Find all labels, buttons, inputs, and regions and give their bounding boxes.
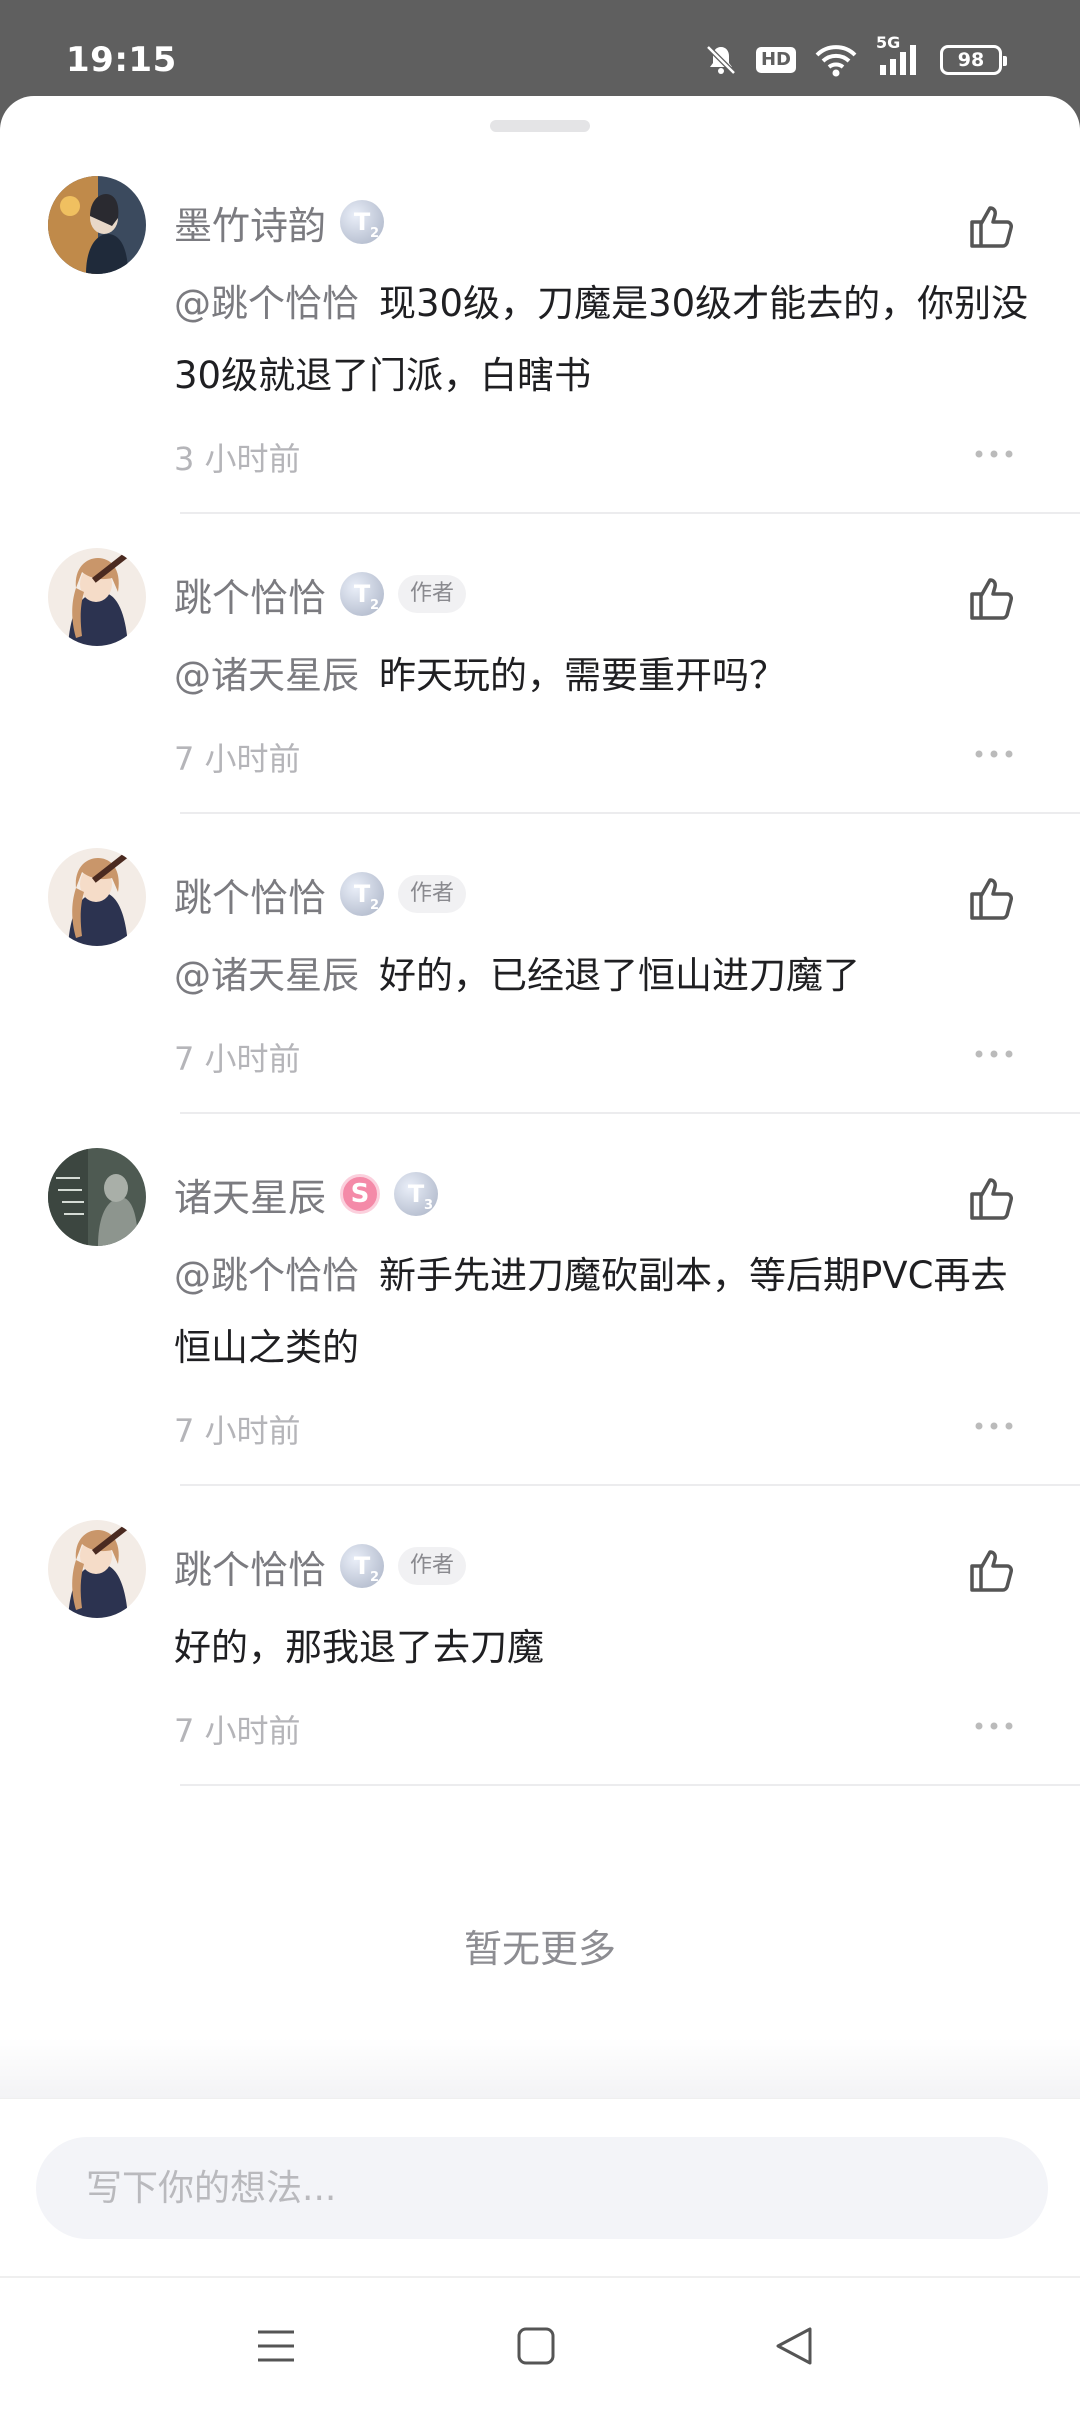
- username[interactable]: 跳个恰恰: [174, 867, 326, 922]
- author-tag: 作者: [398, 1547, 467, 1585]
- avatar[interactable]: [48, 1148, 146, 1246]
- mention[interactable]: @跳个恰恰: [174, 282, 359, 325]
- bell-off-icon: [704, 43, 738, 77]
- battery-icon: 98: [940, 45, 1007, 75]
- timestamp: 7 小时前: [174, 1712, 301, 1750]
- more-icon[interactable]: [974, 1042, 1014, 1066]
- avatar[interactable]: [48, 848, 146, 946]
- navigation-bar: [0, 2276, 1080, 2414]
- more-icon[interactable]: [974, 742, 1014, 766]
- username-row: 跳个恰恰 T2 作者: [174, 866, 467, 922]
- level-badge: T2: [340, 200, 385, 244]
- thumbs-up-icon[interactable]: [966, 1172, 1018, 1224]
- signal-5g-icon: 5G: [876, 33, 922, 77]
- thumbs-up-icon[interactable]: [966, 1544, 1018, 1596]
- timestamp: 7 小时前: [174, 1412, 301, 1450]
- level-sub: 2: [369, 226, 380, 241]
- username-row: 诸天星辰 S T3: [174, 1166, 439, 1222]
- no-more-label: 暂无更多: [463, 1927, 616, 1971]
- username[interactable]: 墨竹诗韵: [174, 195, 326, 250]
- battery-level: 98: [957, 49, 985, 71]
- comment-text[interactable]: 好的，那我退了去刀魔: [174, 1612, 1034, 1684]
- more-icon[interactable]: [974, 1714, 1014, 1738]
- comment-body: 好的，已经退了恒山进刀魔了: [379, 954, 860, 997]
- level-label: T: [353, 1552, 371, 1580]
- level-label: T: [407, 1180, 425, 1208]
- comment-sheet: 墨竹诗韵 T2 @跳个恰恰 现30级，刀魔是30级才能去的，你别没30级就退了门派…: [0, 96, 1080, 2414]
- fade-separator: [0, 2038, 1080, 2098]
- level-sub: 2: [369, 1570, 380, 1585]
- level-badge: T2: [340, 872, 385, 916]
- username-row: 跳个恰恰 T2 作者: [174, 1538, 467, 1594]
- network-label: 5G: [876, 33, 901, 52]
- status-time: 19:15: [66, 40, 177, 80]
- mention[interactable]: @诸天星辰: [174, 954, 359, 997]
- comment-text[interactable]: @跳个恰恰 新手先进刀魔砍副本，等后期PVC再去恒山之类的: [174, 1240, 1034, 1384]
- thumbs-up-icon[interactable]: [966, 872, 1018, 924]
- status-icons: HD 5G 98: [704, 33, 1007, 80]
- mention[interactable]: @跳个恰恰: [174, 1254, 359, 1297]
- meta-row: 7 小时前: [174, 734, 1014, 778]
- level-sub: 2: [369, 598, 380, 613]
- username[interactable]: 诸天星辰: [174, 1167, 326, 1222]
- username-row: 跳个恰恰 T2 作者: [174, 566, 467, 622]
- home-square-icon[interactable]: [514, 2324, 558, 2368]
- author-tag: 作者: [398, 575, 467, 613]
- comment-text[interactable]: @诸天星辰 好的，已经退了恒山进刀魔了: [174, 940, 1034, 1012]
- avatar[interactable]: [48, 548, 146, 646]
- meta-row: 7 小时前: [174, 1034, 1014, 1078]
- level-sub: 3: [423, 1198, 434, 1213]
- drag-handle[interactable]: [490, 120, 590, 132]
- meta-row: 3 小时前: [174, 434, 1014, 478]
- comment-text[interactable]: @诸天星辰 昨天玩的，需要重开吗？: [174, 640, 1034, 712]
- level-sub: 2: [369, 898, 380, 913]
- menu-icon[interactable]: [254, 2324, 298, 2368]
- level-badge: T2: [340, 1544, 385, 1588]
- divider: [180, 512, 1080, 514]
- wifi-icon: [814, 43, 858, 77]
- level-label: T: [353, 580, 371, 608]
- hd-icon: HD: [755, 47, 796, 73]
- username-row: 墨竹诗韵 T2: [174, 194, 385, 250]
- meta-row: 7 小时前: [174, 1706, 1014, 1750]
- thumbs-up-icon[interactable]: [966, 572, 1018, 624]
- comment-input[interactable]: [36, 2137, 1048, 2239]
- divider: [180, 1784, 1080, 1786]
- thumbs-up-icon[interactable]: [966, 200, 1018, 252]
- timestamp: 7 小时前: [174, 740, 301, 778]
- comment-body: 昨天玩的，需要重开吗？: [379, 654, 786, 697]
- divider: [180, 812, 1080, 814]
- level-label: T: [353, 880, 371, 908]
- divider: [180, 1112, 1080, 1114]
- mention[interactable]: @诸天星辰: [174, 654, 359, 697]
- level-label: T: [353, 208, 371, 236]
- more-icon[interactable]: [974, 442, 1014, 466]
- level-badge: T3: [394, 1172, 439, 1216]
- s-rank-badge: S: [340, 1174, 381, 1214]
- level-badge: T2: [340, 572, 385, 616]
- username[interactable]: 跳个恰恰: [174, 567, 326, 622]
- comment-text[interactable]: @跳个恰恰 现30级，刀魔是30级才能去的，你别没30级就退了门派，白瞎书: [174, 268, 1034, 412]
- back-triangle-icon[interactable]: [772, 2324, 816, 2368]
- more-icon[interactable]: [974, 1414, 1014, 1438]
- username[interactable]: 跳个恰恰: [174, 1539, 326, 1594]
- comment-body: 好的，那我退了去刀魔: [174, 1626, 544, 1669]
- avatar[interactable]: [48, 176, 146, 274]
- input-bar: [0, 2098, 1080, 2277]
- author-tag: 作者: [398, 875, 467, 913]
- avatar[interactable]: [48, 1520, 146, 1618]
- timestamp: 7 小时前: [174, 1040, 301, 1078]
- meta-row: 7 小时前: [174, 1406, 1014, 1450]
- status-bar: 19:15 HD 5G 98: [0, 0, 1080, 96]
- divider: [180, 1484, 1080, 1486]
- timestamp: 3 小时前: [174, 440, 301, 478]
